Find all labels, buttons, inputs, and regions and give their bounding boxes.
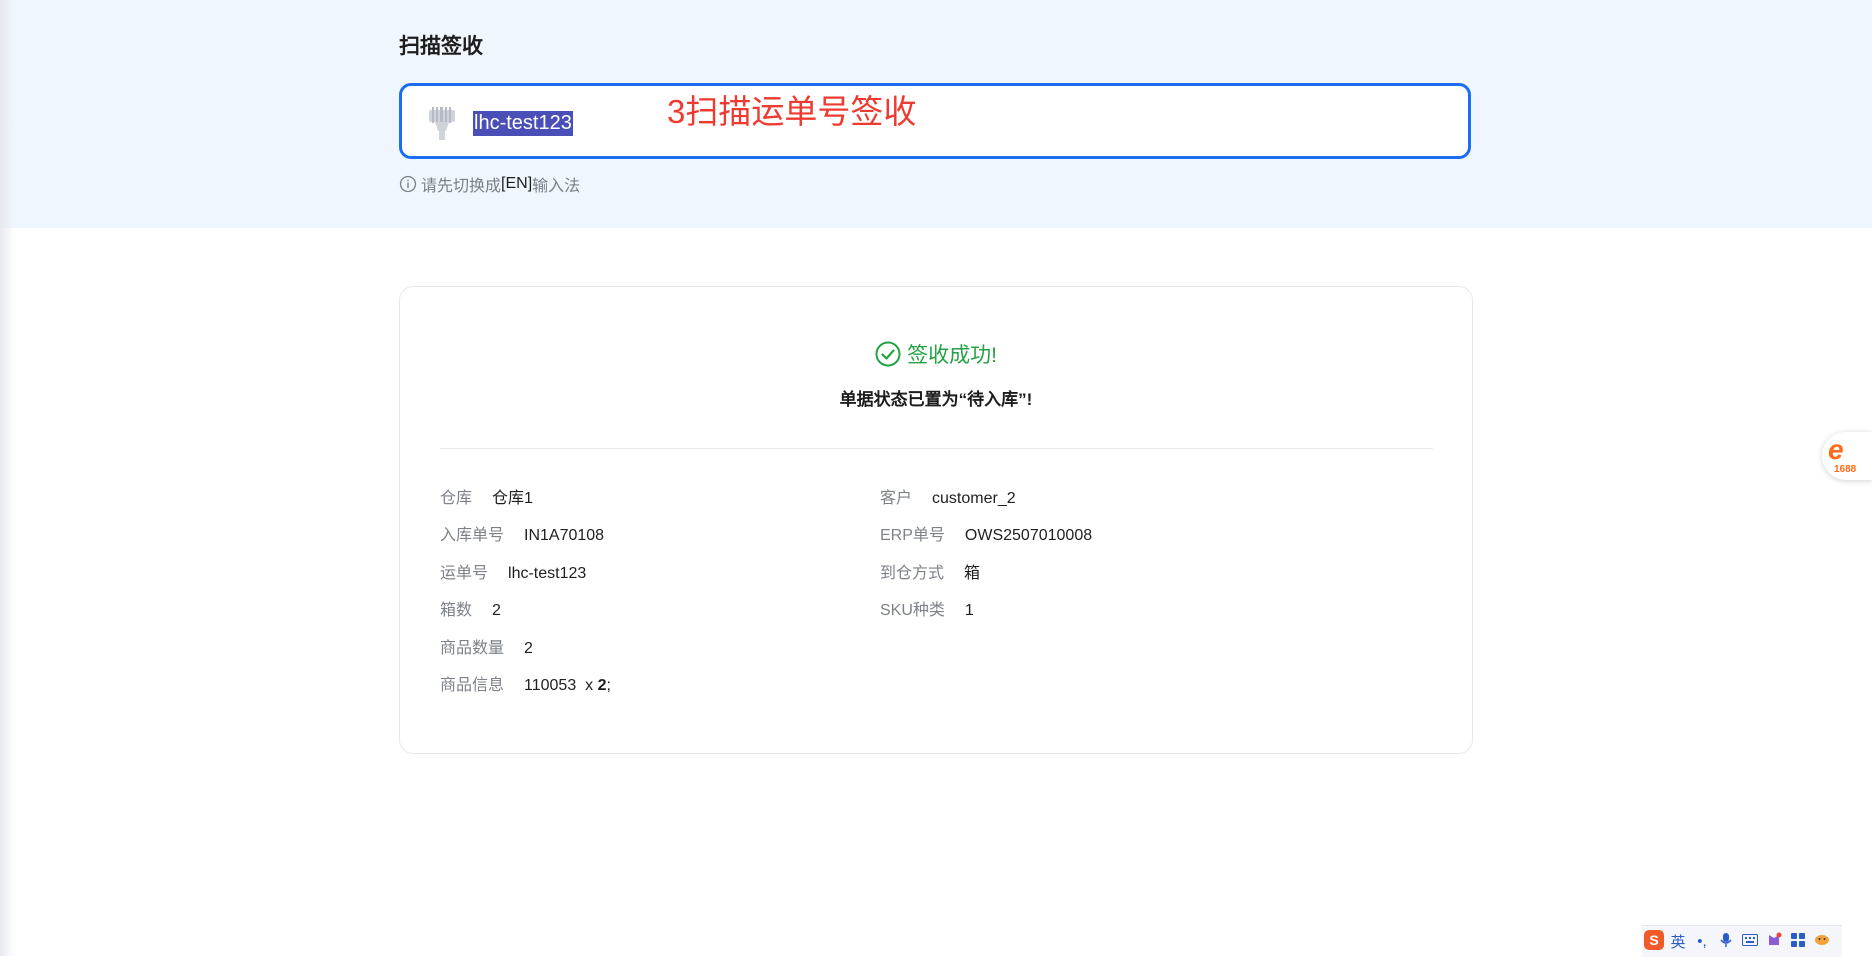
result-card: 签收成功! 单据状态已置为“待入库”! 仓库 仓库1 客户 customer_2 入… [399, 286, 1473, 754]
status-message: 单据状态已置为“待入库”! [839, 390, 1033, 409]
field-label: 商品信息 [440, 677, 505, 694]
ime-hint: 请先切换成 [EN] 输入法 [399, 173, 580, 195]
toolbox-icon[interactable] [1786, 932, 1810, 951]
field-sku-types: SKU种类 1 [880, 600, 974, 622]
field-label: 运单号 [440, 565, 489, 582]
scan-input-box[interactable]: lhc-test123 [399, 83, 1471, 159]
field-value: 2 [524, 640, 533, 657]
field-label: 到仓方式 [880, 565, 945, 582]
field-value: OWS2507010008 [964, 527, 1093, 544]
ime-toolbar[interactable]: S 英 •, [1642, 925, 1842, 957]
ime-punct-toggle[interactable]: •, [1690, 933, 1714, 950]
field-value: customer_2 [932, 490, 1016, 507]
success-message: 签收成功! [907, 344, 997, 367]
side-1688-badge[interactable]: e 1688 [1822, 432, 1872, 480]
skin-icon[interactable] [1762, 932, 1786, 952]
item-times: x [585, 677, 594, 694]
hint-suffix: 输入法 [532, 178, 581, 195]
field-label: 商品数量 [440, 640, 505, 657]
info-icon [399, 175, 417, 193]
field-customer: 客户 customer_2 [880, 488, 1016, 510]
hint-en: [EN] [501, 175, 533, 192]
field-value: 箱 [964, 565, 981, 582]
field-label: 仓库 [440, 490, 473, 507]
microphone-icon[interactable] [1714, 932, 1738, 952]
field-boxes: 箱数 2 [440, 600, 501, 622]
field-item-qty: 商品数量 2 [440, 638, 533, 660]
left-edge-shadow [0, 0, 14, 956]
hint-prefix: 请先切换成 [421, 178, 502, 195]
side-badge-brand: 1688 [1834, 464, 1857, 475]
page-title: 扫描签收 [399, 35, 483, 58]
field-arrival-method: 到仓方式 箱 [880, 563, 980, 585]
field-value: 1 [964, 602, 974, 619]
field-label: SKU种类 [880, 602, 945, 619]
alibaba-logo-icon: e [1828, 434, 1844, 465]
field-value: IN1A70108 [524, 527, 605, 544]
svg-text:S: S [1649, 932, 1658, 948]
field-label: 客户 [880, 490, 913, 507]
field-value: 2 [492, 602, 501, 619]
divider [440, 448, 1433, 449]
scan-annotation: 3扫描运单号签收 [667, 93, 917, 130]
field-item-info: 商品信息 110053 x 2; [440, 675, 611, 697]
emoji-icon[interactable] [1810, 933, 1834, 951]
item-sep: ; [606, 677, 611, 694]
success-row: 签收成功! [400, 339, 1472, 369]
field-warehouse: 仓库 仓库1 [440, 488, 533, 510]
ime-lang-toggle[interactable]: 英 [1666, 931, 1690, 952]
field-value: lhc-test123 [508, 565, 587, 582]
ime-logo-icon[interactable]: S [1642, 929, 1666, 955]
field-label: 箱数 [440, 602, 473, 619]
field-erp-no: ERP单号 OWS2507010008 [880, 525, 1092, 547]
check-circle-icon [875, 341, 901, 367]
field-waybill-no: 运单号 lhc-test123 [440, 563, 586, 585]
field-label: ERP单号 [880, 527, 945, 544]
scanner-icon [422, 104, 462, 144]
field-inbound-no: 入库单号 IN1A70108 [440, 525, 604, 547]
item-sku: 110053 [524, 677, 577, 694]
field-label: 入库单号 [440, 527, 505, 544]
keyboard-icon[interactable] [1738, 933, 1762, 950]
field-value: 仓库1 [492, 490, 533, 507]
scan-input-value[interactable]: lhc-test123 [473, 111, 573, 136]
